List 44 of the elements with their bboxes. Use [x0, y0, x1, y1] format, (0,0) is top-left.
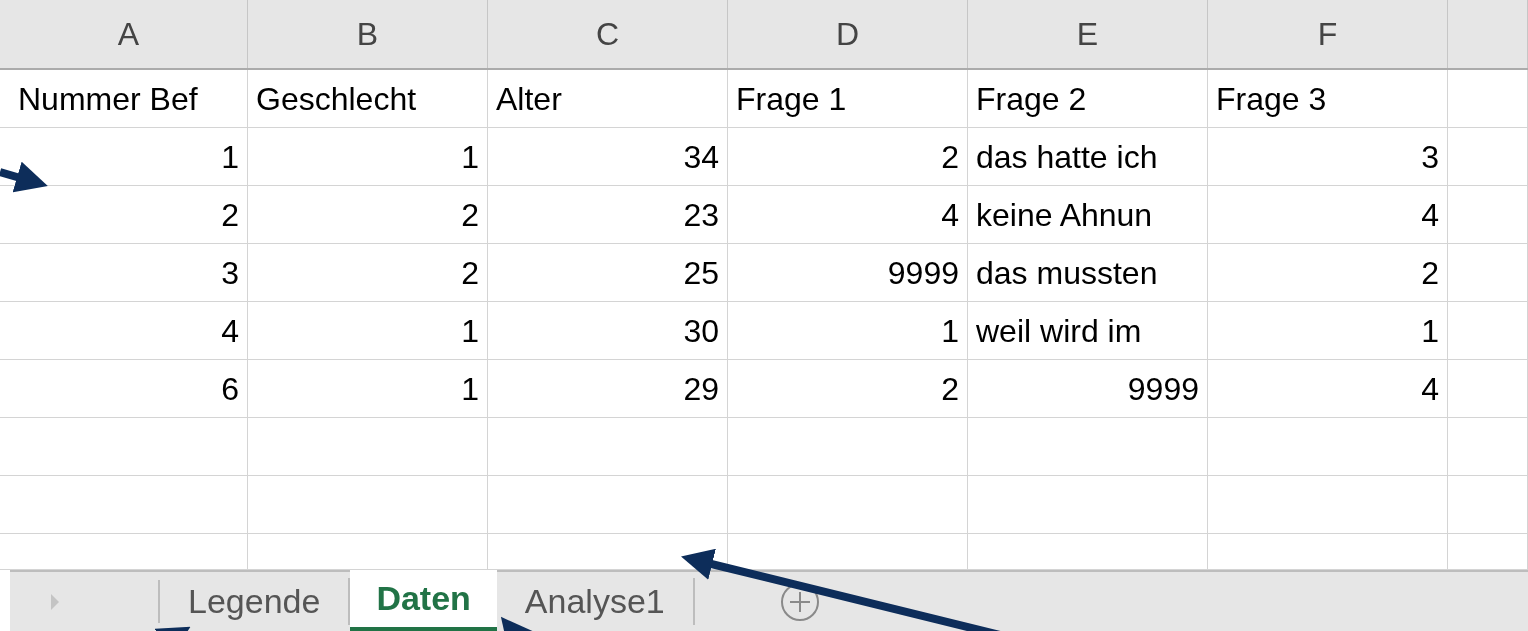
- column-header[interactable]: F: [1208, 0, 1448, 68]
- cell-text: Alter: [496, 79, 562, 119]
- cell-text: 4: [941, 195, 959, 235]
- cell-text: 30: [683, 311, 719, 351]
- cell-text: Frage 3: [1216, 79, 1327, 119]
- column-header[interactable]: D: [728, 0, 968, 68]
- cell-text: 2: [221, 195, 239, 235]
- cell-text: 1: [221, 137, 239, 177]
- cell-text: keine Ahnun: [976, 195, 1153, 235]
- cell-text: das mussten: [976, 253, 1158, 293]
- cell-text: 6: [221, 369, 239, 409]
- cell-text: Nummer Bef: [18, 79, 198, 119]
- cell-text: 2: [1421, 253, 1439, 293]
- cell-text: 9999: [1127, 369, 1199, 409]
- cell-text: 1: [1421, 311, 1439, 351]
- cell-text: das hatte ich: [976, 137, 1158, 177]
- cell-text: 3: [221, 253, 239, 293]
- cell-text: 25: [683, 253, 719, 293]
- cell-text: 2: [461, 253, 479, 293]
- sheet-tab[interactable]: Daten: [350, 570, 497, 631]
- cell-text: 2: [941, 137, 959, 177]
- cell-text: 4: [1421, 369, 1439, 409]
- cell-text: Frage 2: [976, 79, 1087, 119]
- cell-text: 1: [461, 137, 479, 177]
- cell-text: 1: [941, 311, 959, 351]
- cell-text: 2: [461, 195, 479, 235]
- cell-text: Geschlecht: [256, 79, 417, 119]
- cell-text: 2: [941, 369, 959, 409]
- cell-text: Frage 1: [736, 79, 847, 119]
- cell-text: 3: [1421, 137, 1439, 177]
- cell-text: 34: [683, 137, 719, 177]
- cell-text: 29: [683, 369, 719, 409]
- cell-text: 23: [683, 195, 719, 235]
- cell-text: 1: [461, 369, 479, 409]
- column-header[interactable]: B: [248, 0, 488, 68]
- column-header[interactable]: C: [488, 0, 728, 68]
- column-header[interactable]: E: [968, 0, 1208, 68]
- column-header[interactable]: A: [10, 0, 248, 68]
- cell-text: 9999: [887, 253, 959, 293]
- sheet-tab[interactable]: Analyse1: [496, 578, 695, 625]
- cell-text: 1: [461, 311, 479, 351]
- cell-text: 4: [1421, 195, 1439, 235]
- cell-text: 4: [221, 311, 239, 351]
- cell-text: weil wird im: [976, 311, 1142, 351]
